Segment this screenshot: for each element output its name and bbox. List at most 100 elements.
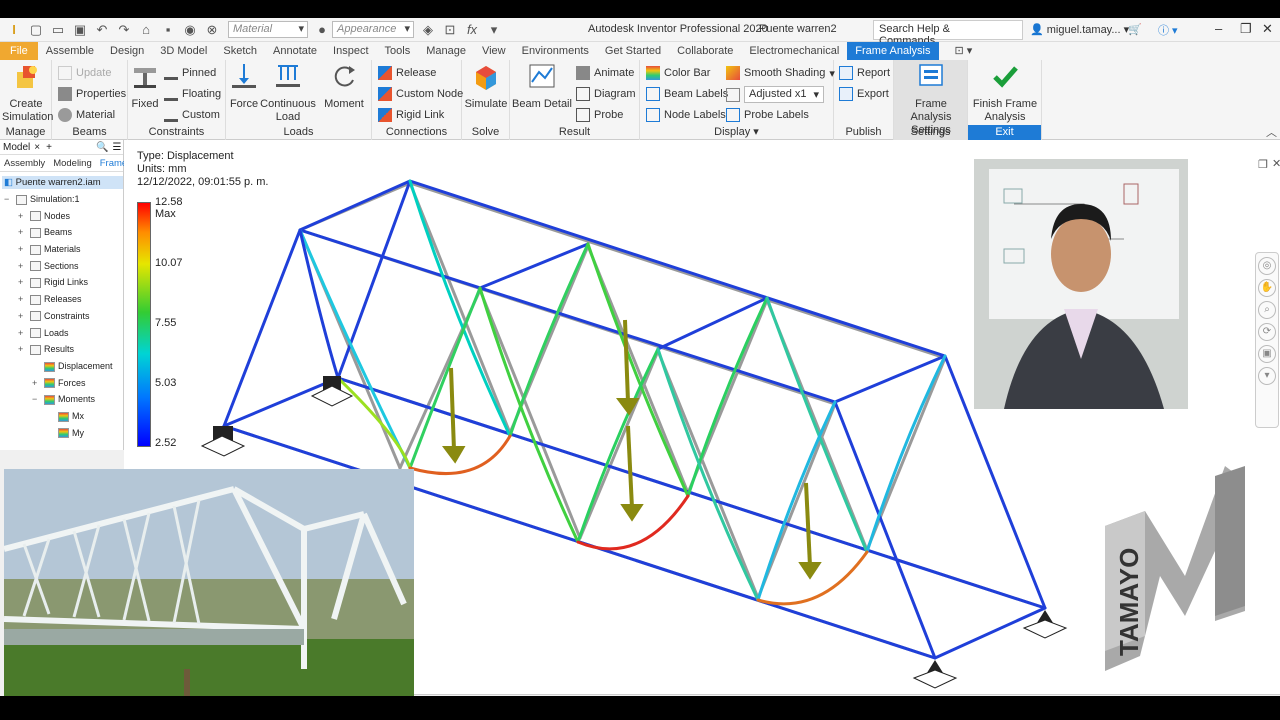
expand-icon[interactable]: − <box>32 391 37 408</box>
rigid-link-button[interactable]: Rigid Link <box>378 108 444 122</box>
tree-item[interactable]: + Constraints <box>0 308 123 325</box>
color-bar-button[interactable]: Color Bar <box>646 66 710 80</box>
browser-tab-modeling[interactable]: Modeling <box>49 158 96 169</box>
tree-item[interactable]: − Moments <box>0 391 123 408</box>
adjusted-scale-dropdown[interactable]: Adjusted x1 ▾ <box>726 86 824 103</box>
tree-item[interactable]: Mx <box>0 408 123 425</box>
clear-icon[interactable]: ⊡ <box>442 22 458 38</box>
tree-item[interactable]: − Simulation:1 <box>0 191 123 208</box>
browser-menu-icon[interactable]: ☰ <box>112 142 121 153</box>
adjust-icon[interactable]: ◈ <box>420 22 436 38</box>
tree-item[interactable]: + Rigid Links <box>0 274 123 291</box>
more-icon[interactable]: ▾ <box>486 22 502 38</box>
panel-title-display[interactable]: Display ▾ <box>640 125 833 140</box>
tree-item[interactable]: + Results <box>0 341 123 358</box>
pan-icon[interactable]: ✋ <box>1258 279 1276 297</box>
appearance-dropdown[interactable]: Appearance ▾ <box>332 21 414 38</box>
orbit-icon[interactable]: ⟳ <box>1258 323 1276 341</box>
cart-icon[interactable]: 🛒 <box>1128 23 1142 36</box>
tab-sketch[interactable]: Sketch <box>215 42 265 60</box>
tab-tools[interactable]: Tools <box>377 42 419 60</box>
tab-3d-model[interactable]: 3D Model <box>152 42 215 60</box>
expand-icon[interactable]: + <box>18 241 23 258</box>
browser-tab-assembly[interactable]: Assembly <box>0 158 49 169</box>
expand-icon[interactable]: − <box>4 191 9 208</box>
probe-button[interactable]: Probe <box>576 108 623 122</box>
expand-icon[interactable]: + <box>18 224 23 241</box>
probe-labels-button[interactable]: Probe Labels <box>726 108 809 122</box>
close-doc-icon[interactable]: ⊗ <box>204 22 220 38</box>
app-logo-icon[interactable]: I <box>6 22 22 38</box>
finish-frame-analysis-button[interactable]: Finish Frame Analysis <box>970 62 1040 124</box>
tree-item[interactable]: + Releases <box>0 291 123 308</box>
tree-item[interactable]: My <box>0 425 123 442</box>
save-icon[interactable]: ▣ <box>72 22 88 38</box>
create-simulation-button[interactable]: Create Simulation <box>2 62 53 124</box>
steering-wheel-icon[interactable]: ◎ <box>1258 257 1276 275</box>
floating-button[interactable]: Floating <box>164 87 221 101</box>
undo-icon[interactable]: ↶ <box>94 22 110 38</box>
release-button[interactable]: Release <box>378 66 436 80</box>
fx-icon[interactable]: fx <box>464 22 480 38</box>
material-dropdown[interactable]: Material ▾ <box>228 21 308 38</box>
pinned-button[interactable]: Pinned <box>164 66 216 80</box>
ribbon-collapse-icon[interactable]: ︿ <box>1266 124 1277 140</box>
tab-frame-analysis[interactable]: Frame Analysis <box>847 42 939 60</box>
simulate-button[interactable]: Simulate <box>464 62 508 111</box>
close-viewport-icon[interactable]: ✕ <box>1272 157 1280 170</box>
expand-icon[interactable]: + <box>18 208 23 225</box>
browser-search-icon[interactable]: 🔍 <box>96 142 108 153</box>
expand-icon[interactable]: + <box>18 274 23 291</box>
update-icon[interactable]: ◉ <box>182 22 198 38</box>
material-button[interactable]: Material <box>58 108 115 122</box>
tree-item[interactable]: + Forces <box>0 375 123 392</box>
expand-icon[interactable]: + <box>18 258 23 275</box>
tree-item[interactable]: + Beams <box>0 224 123 241</box>
user-account[interactable]: 👤 miguel.tamay... ▾ <box>1030 23 1129 36</box>
tree-item[interactable]: + Nodes <box>0 208 123 225</box>
fixed-button[interactable]: Fixed <box>130 62 160 111</box>
redo-icon[interactable]: ↷ <box>116 22 132 38</box>
tab-collaborate[interactable]: Collaborate <box>669 42 741 60</box>
browser-close-icon[interactable]: × <box>34 142 40 153</box>
custom-button[interactable]: Custom <box>164 108 220 122</box>
expand-icon[interactable]: + <box>18 291 23 308</box>
tab-environments[interactable]: Environments <box>514 42 597 60</box>
properties-button[interactable]: Properties <box>58 87 126 101</box>
expand-icon[interactable]: + <box>18 308 23 325</box>
tree-root-assembly[interactable]: ◧ Puente warren2.iam <box>2 176 123 189</box>
tab-manage[interactable]: Manage <box>418 42 474 60</box>
diagram-button[interactable]: Diagram <box>576 87 636 101</box>
new-file-icon[interactable]: ▢ <box>28 22 44 38</box>
node-labels-button[interactable]: Node Labels <box>646 108 726 122</box>
browser-add-icon[interactable]: + <box>46 142 52 153</box>
minimize-button[interactable]: – <box>1215 21 1222 36</box>
ribbon-options-icon[interactable]: ⊡ ▾ <box>947 42 981 60</box>
smooth-shading-button[interactable]: Smooth Shading ▾ <box>726 66 835 80</box>
tab-electromechanical[interactable]: Electromechanical <box>741 42 847 60</box>
expand-icon[interactable]: + <box>32 375 37 392</box>
home-icon[interactable]: ⌂ <box>138 22 154 38</box>
tab-view[interactable]: View <box>474 42 514 60</box>
look-at-icon[interactable]: ▣ <box>1258 345 1276 363</box>
beam-detail-button[interactable]: Beam Detail <box>512 62 572 111</box>
beam-labels-button[interactable]: Beam Labels <box>646 87 728 101</box>
tree-item[interactable]: + Materials <box>0 241 123 258</box>
custom-node-button[interactable]: Custom Node <box>378 87 463 101</box>
tree-item[interactable]: + Loads <box>0 325 123 342</box>
tab-inspect[interactable]: Inspect <box>325 42 376 60</box>
expand-icon[interactable]: + <box>18 325 23 342</box>
tab-file[interactable]: File <box>0 42 38 60</box>
tab-assemble[interactable]: Assemble <box>38 42 102 60</box>
expand-icon[interactable]: + <box>18 341 23 358</box>
tab-design[interactable]: Design <box>102 42 152 60</box>
restore-button[interactable]: ❐ <box>1240 21 1252 37</box>
restore-viewport-icon[interactable]: ❐ <box>1258 158 1268 171</box>
close-button[interactable]: ✕ <box>1262 21 1273 37</box>
export-button[interactable]: Export <box>839 87 889 101</box>
moment-button[interactable]: Moment <box>320 62 368 111</box>
open-file-icon[interactable]: ▭ <box>50 22 66 38</box>
help-icon[interactable]: ⓘ ▾ <box>1158 22 1178 38</box>
nav-settings-icon[interactable]: ▾ <box>1258 367 1276 385</box>
report-button[interactable]: Report <box>839 66 890 80</box>
